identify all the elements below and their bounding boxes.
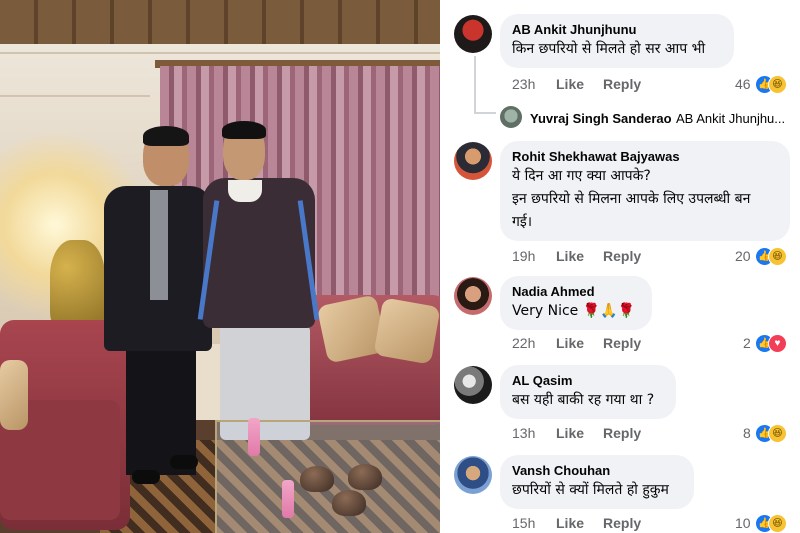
comment-author[interactable]: AL Qasim bbox=[512, 373, 572, 388]
cushion bbox=[0, 360, 28, 430]
reply-button[interactable]: Reply bbox=[603, 248, 641, 264]
haha-icon: 😆 bbox=[768, 514, 787, 533]
comment-text-line: ये दिन आ गए क्या आपके? bbox=[512, 168, 651, 184]
comment-time[interactable]: 15h bbox=[512, 515, 535, 531]
avatar[interactable] bbox=[500, 106, 522, 128]
shoe bbox=[170, 455, 198, 469]
comment-text: बस यही बाकी रह गया था ? bbox=[512, 392, 655, 408]
bottle bbox=[282, 480, 294, 518]
haha-icon: 😆 bbox=[768, 247, 787, 266]
like-button[interactable]: Like bbox=[556, 335, 584, 351]
love-icon: ♥ bbox=[768, 334, 787, 353]
comment-time[interactable]: 13h bbox=[512, 425, 535, 441]
ceiling bbox=[0, 0, 440, 44]
comment-time[interactable]: 19h bbox=[512, 248, 535, 264]
person-right-collar bbox=[228, 180, 262, 202]
comment-author[interactable]: Vansh Chouhan bbox=[512, 463, 610, 478]
haha-icon: 😆 bbox=[768, 424, 787, 443]
wall-panel-line bbox=[0, 52, 440, 54]
reply-button[interactable]: Reply bbox=[603, 335, 641, 351]
comment-time[interactable]: 22h bbox=[512, 335, 535, 351]
wall-panel-line bbox=[0, 95, 150, 97]
person-right-hair bbox=[222, 121, 266, 139]
shoe bbox=[132, 470, 160, 484]
like-button[interactable]: Like bbox=[556, 76, 584, 92]
thread-line bbox=[474, 56, 476, 114]
comment-time[interactable]: 23h bbox=[512, 76, 535, 92]
reply-button[interactable]: Reply bbox=[603, 425, 641, 441]
reaction-count[interactable]: 2 bbox=[743, 335, 751, 351]
comment-author[interactable]: Rohit Shekhawat Bajyawas bbox=[512, 149, 680, 164]
reaction-count[interactable]: 10 bbox=[735, 515, 751, 531]
reply-button[interactable]: Reply bbox=[603, 515, 641, 531]
reaction-count[interactable]: 8 bbox=[743, 425, 751, 441]
like-button[interactable]: Like bbox=[556, 248, 584, 264]
thread-line bbox=[474, 112, 496, 114]
comment-text-line: इन छपरियो से मिलना आपके लिए उपलब्धी बन bbox=[512, 191, 751, 207]
like-button[interactable]: Like bbox=[556, 515, 584, 531]
reply-author[interactable]: Yuvraj Singh Sanderao bbox=[530, 111, 672, 126]
haha-icon: 😆 bbox=[768, 75, 787, 94]
comments-panel: · · · AB Ankit Jhunjhunu किन छपरियो से म… bbox=[440, 0, 800, 533]
bowl bbox=[332, 490, 366, 516]
comment-text: छपरियों से क्यों मिलते हो हुकुम bbox=[512, 482, 669, 498]
plant bbox=[50, 240, 105, 330]
cushion bbox=[373, 297, 440, 365]
person-left-shirt bbox=[150, 190, 168, 300]
cutoff-meta: · · · bbox=[500, 0, 522, 5]
bowl bbox=[300, 466, 334, 492]
avatar[interactable] bbox=[454, 366, 492, 404]
bottle bbox=[248, 418, 260, 456]
comment-text-line: गई। bbox=[512, 214, 533, 230]
reply-preview-text[interactable]: AB Ankit Jhunjhu... bbox=[676, 111, 785, 126]
avatar[interactable] bbox=[454, 15, 492, 53]
post-photo[interactable] bbox=[0, 0, 440, 533]
avatar[interactable] bbox=[454, 456, 492, 494]
reply-button[interactable]: Reply bbox=[603, 76, 641, 92]
comment-text: Very Nice 🌹🙏🌹 bbox=[512, 303, 636, 319]
reaction-count[interactable]: 20 bbox=[735, 248, 751, 264]
comment-author[interactable]: AB Ankit Jhunjhunu bbox=[512, 22, 636, 37]
avatar[interactable] bbox=[454, 277, 492, 315]
bowl bbox=[348, 464, 382, 490]
like-button[interactable]: Like bbox=[556, 425, 584, 441]
person-left-hair bbox=[143, 126, 189, 146]
comment-text: किन छपरियो से मिलते हो सर आप भी bbox=[512, 41, 706, 57]
comment-author[interactable]: Nadia Ahmed bbox=[512, 284, 595, 299]
reaction-count[interactable]: 46 bbox=[735, 76, 751, 92]
avatar[interactable] bbox=[454, 142, 492, 180]
